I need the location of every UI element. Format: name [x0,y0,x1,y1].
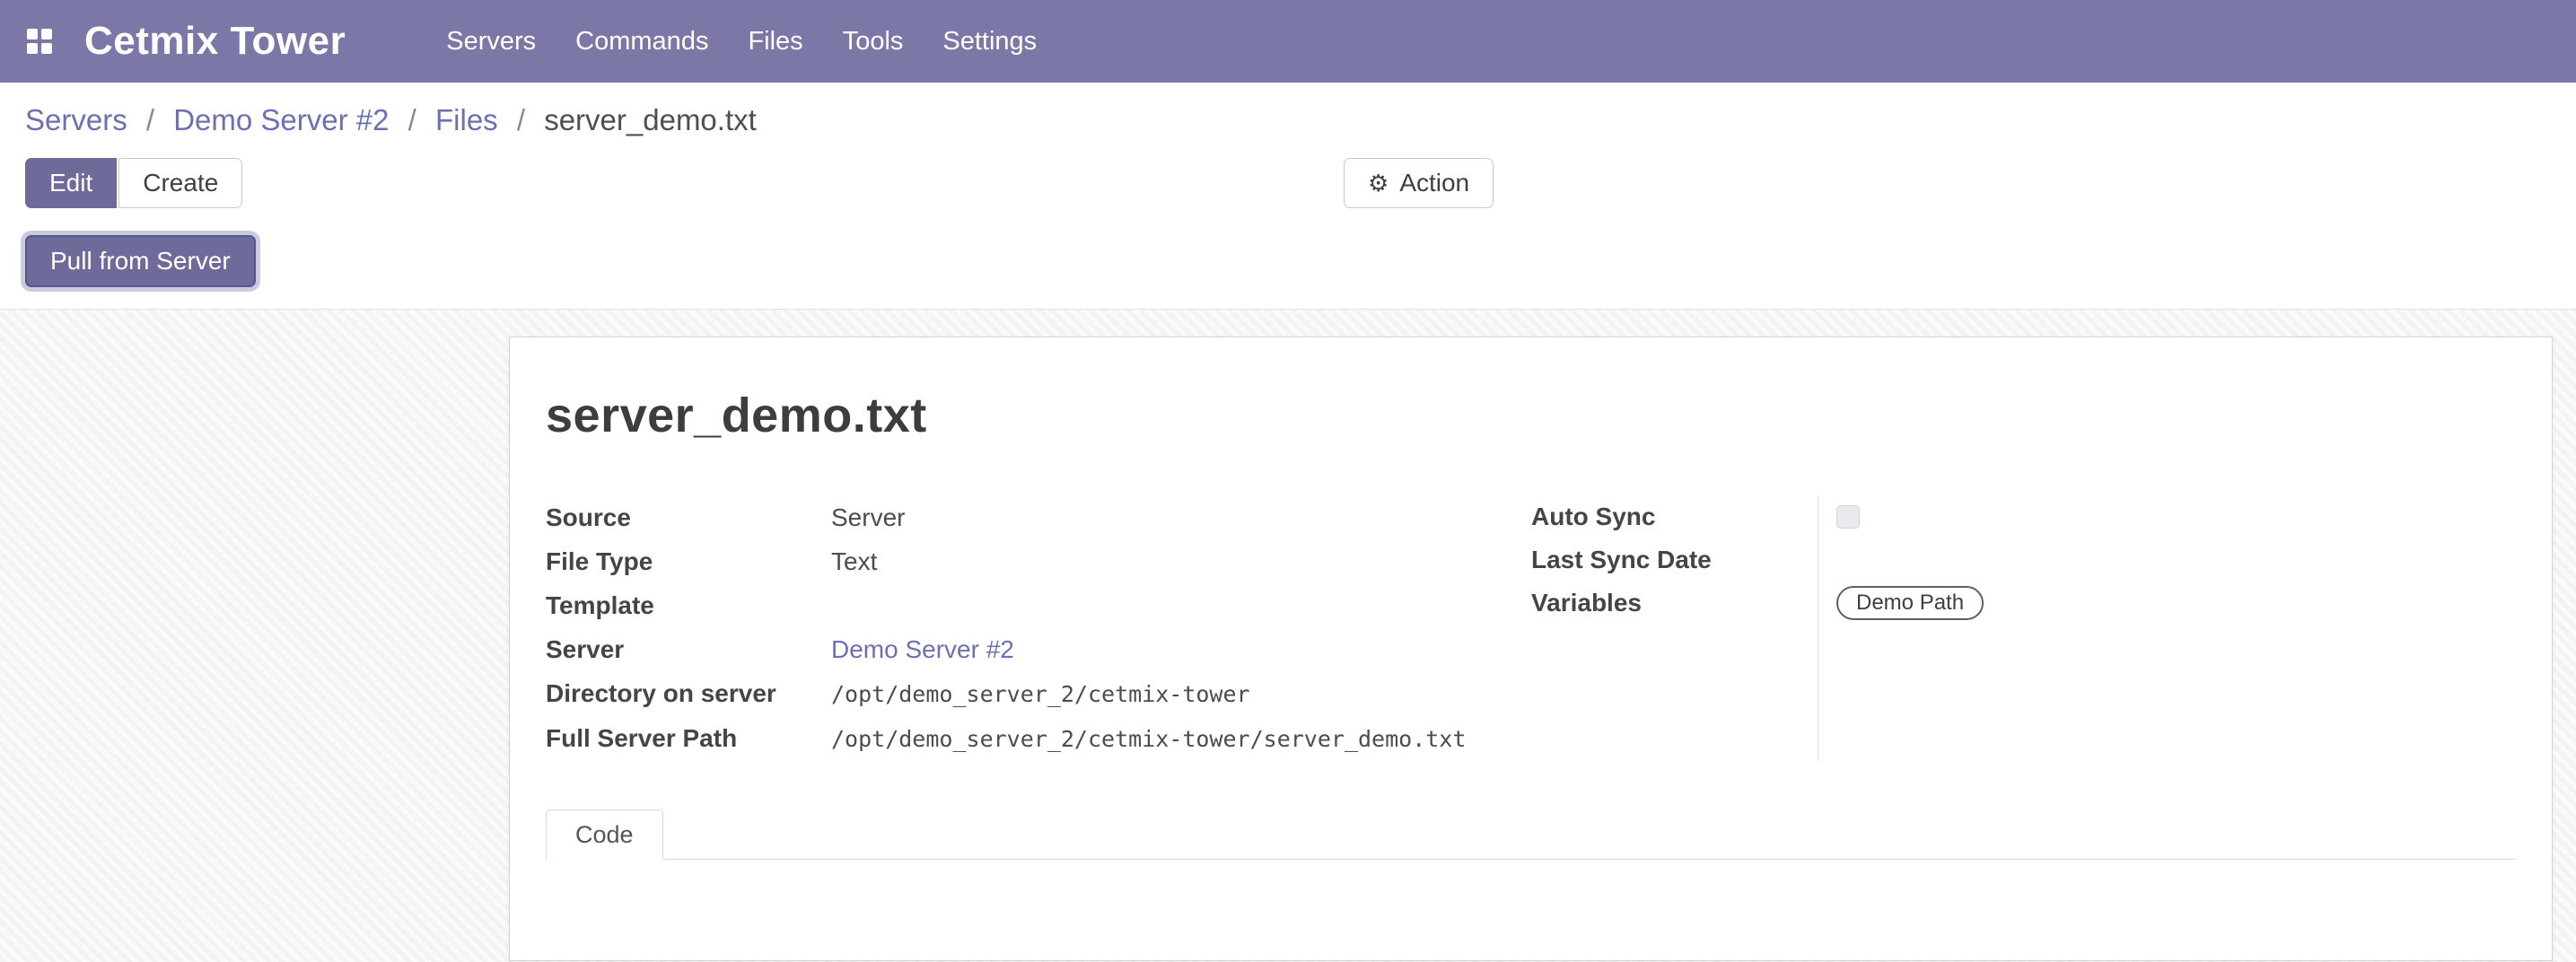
menu-item-servers[interactable]: Servers [446,27,536,57]
breadcrumb-current: server_demo.txt [544,103,757,136]
create-button[interactable]: Create [118,158,242,208]
breadcrumb-link-files[interactable]: Files [435,103,498,136]
code-tab-content [546,860,2516,958]
breadcrumb-link-servers[interactable]: Servers [25,103,127,136]
field-label: Full Server Path [546,716,831,760]
notebook-tab-bar: Code [546,809,2516,860]
pull-from-server-button[interactable]: Pull from Server [25,235,256,287]
field-label-variables: Variables [1531,582,1818,625]
control-panel-buttons: Edit Create ⚙ Action [25,158,2551,208]
breadcrumb: Servers / Demo Server #2 / Files / serve… [25,101,2551,140]
field-label: File Type [546,539,831,583]
auto-sync-checkbox[interactable] [1836,505,1860,529]
screen: Cetmix Tower Servers Commands Files Tool… [0,0,2576,962]
tab-code-label: Code [575,821,634,849]
field-row-template: Template [546,583,1531,627]
field-row-source: Source Server [546,495,1531,539]
auto-sync-value-row [1836,495,2517,538]
left-field-group: Source Server File Type Text Template Se… [546,495,1531,761]
gear-icon: ⚙ [1368,171,1389,195]
workflow-buttons-row: Pull from Server [25,233,2551,289]
field-label-last-sync: Last Sync Date [1531,538,1818,582]
record-title: server_demo.txt [546,388,2516,443]
server-record-link[interactable]: Demo Server #2 [831,635,1014,663]
form-sheet: server_demo.txt Source Server File Type … [509,337,2553,961]
breadcrumb-link-demo-server[interactable]: Demo Server #2 [173,103,389,136]
field-label-auto-sync: Auto Sync [1531,495,1818,538]
breadcrumb-separator: / [146,103,154,136]
field-row-full-path: Full Server Path /opt/demo_server_2/cetm… [546,716,1531,761]
menu-item-commands[interactable]: Commands [575,27,708,57]
top-navbar: Cetmix Tower Servers Commands Files Tool… [0,0,2576,83]
field-row-server: Server Demo Server #2 [546,627,1531,671]
field-label: Directory on server [546,671,831,715]
field-groups: Source Server File Type Text Template Se… [546,495,2516,761]
edit-create-group: Edit Create [25,158,242,208]
right-field-group: Auto Sync Last Sync Date Variables Demo … [1531,495,2517,761]
variables-value-row: Demo Path [1836,582,2517,625]
field-value: /opt/demo_server_2/cetmix-tower [831,672,1531,716]
right-field-values: Demo Path [1818,495,2517,761]
tab-code[interactable]: Code [546,809,663,860]
content-area: server_demo.txt Source Server File Type … [0,309,2576,962]
field-label: Template [546,583,831,627]
field-label: Server [546,627,831,671]
breadcrumb-separator: / [517,103,525,136]
control-panel: Servers / Demo Server #2 / Files / serve… [0,83,2576,309]
menu-item-files[interactable]: Files [748,27,802,57]
menu-item-tools[interactable]: Tools [843,27,904,57]
app-brand[interactable]: Cetmix Tower [84,19,346,64]
variable-tag: Demo Path [1836,586,1984,620]
field-row-file-type: File Type Text [546,539,1531,583]
field-value: Text [831,539,1531,583]
action-button-label: Action [1399,169,1469,197]
field-value: Demo Server #2 [831,627,1531,671]
field-row-directory: Directory on server /opt/demo_server_2/c… [546,671,1531,716]
apps-grid-icon[interactable] [27,29,52,54]
action-button[interactable]: ⚙ Action [1344,158,1494,208]
field-value: Server [831,495,1531,539]
last-sync-value-row [1836,538,2517,582]
main-menu: Servers Commands Files Tools Settings [446,27,1037,57]
menu-item-settings[interactable]: Settings [942,27,1037,57]
field-value: /opt/demo_server_2/cetmix-tower/server_d… [831,717,1531,761]
breadcrumb-separator: / [408,103,416,136]
edit-button[interactable]: Edit [25,158,117,208]
right-field-labels: Auto Sync Last Sync Date Variables [1531,495,1818,761]
field-label: Source [546,495,831,539]
